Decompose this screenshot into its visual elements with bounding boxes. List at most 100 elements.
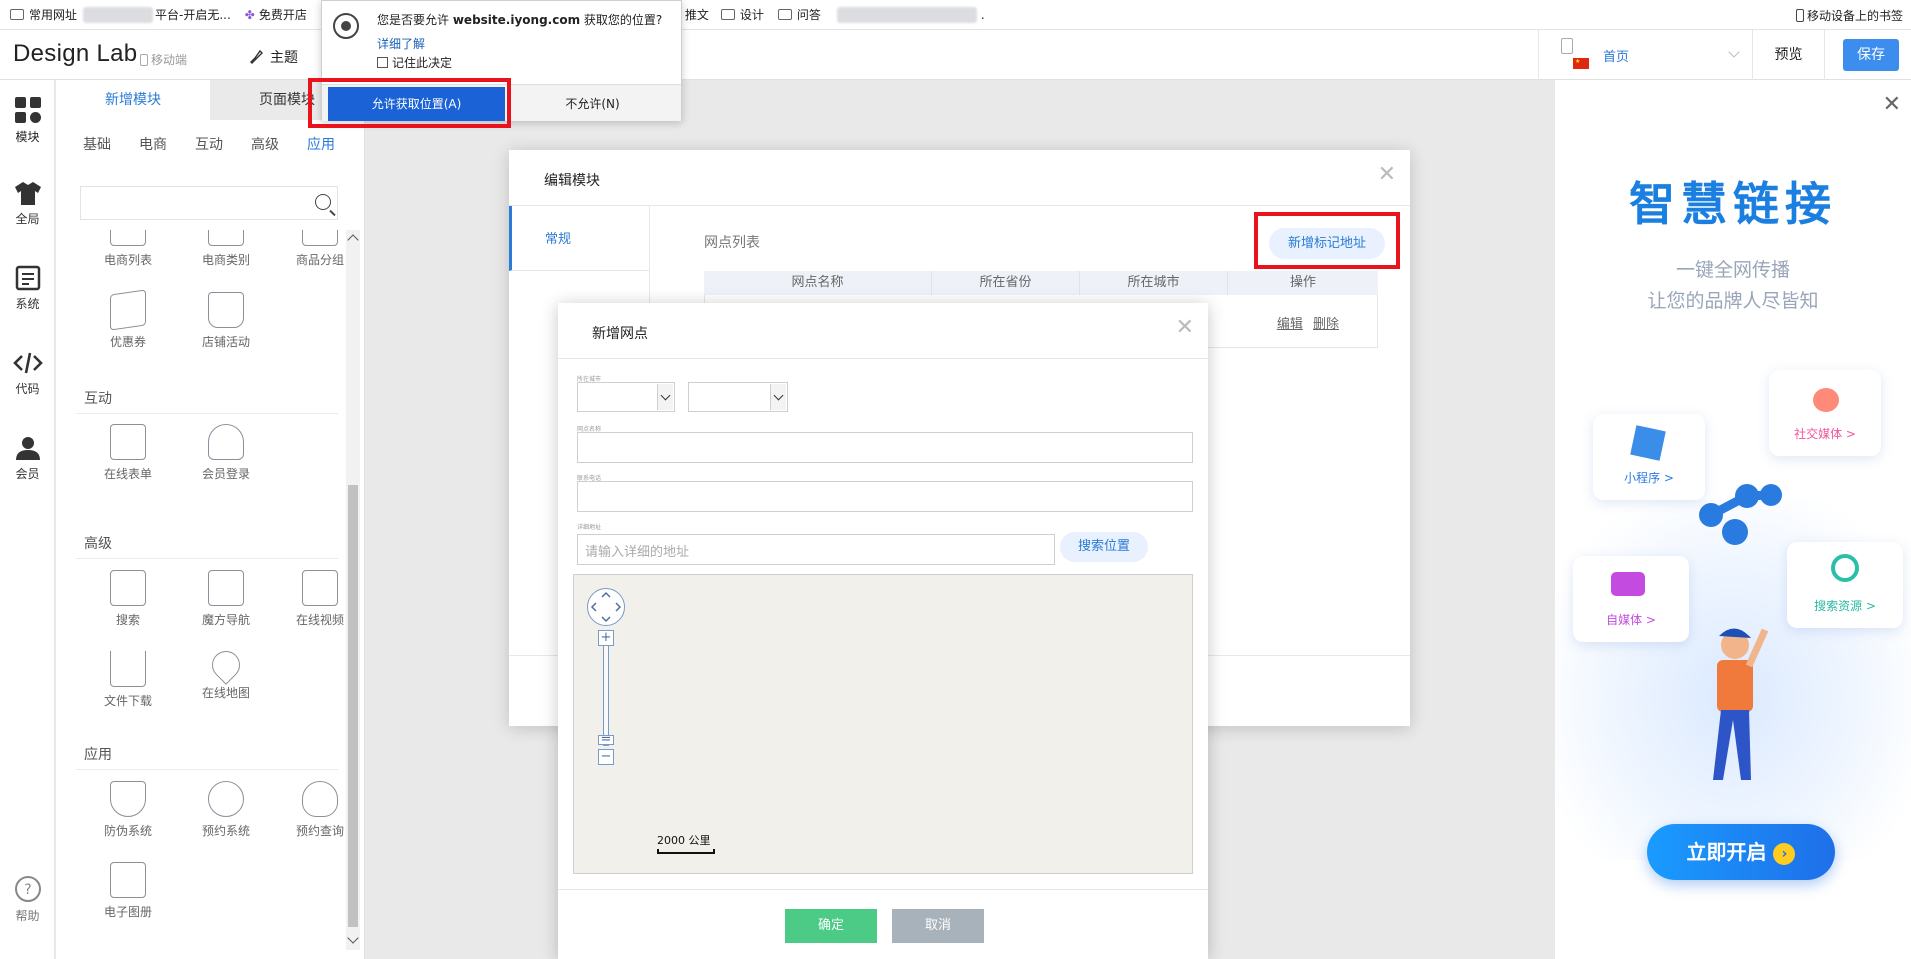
module-file-download[interactable]: 文件下载 — [88, 651, 168, 709]
mobile-link[interactable]: 移动端 — [140, 51, 187, 68]
bookmark-free-shop[interactable]: ✤ 免费开店 — [245, 6, 307, 23]
list-icon — [110, 230, 146, 246]
module-ebook[interactable]: 电子图册 — [88, 862, 168, 920]
remember-checkbox[interactable]: 记住此决定 — [377, 54, 452, 71]
header-actions: 首页 预览 保存 — [1538, 30, 1911, 80]
bookmark-qa[interactable]: 问答 — [777, 6, 821, 23]
panel-scrollbar[interactable] — [346, 230, 360, 950]
module-list: 电商列表 电商类别 商品分组 优惠券 店铺活动 互动 在线表单 会员登录 高级 … — [56, 230, 344, 959]
module-member-login[interactable]: 会员登录 — [186, 424, 266, 482]
start-now-button[interactable]: 立即开启 › — [1647, 824, 1835, 880]
question-prefix: 您是否要允许 — [377, 13, 450, 27]
module-label: 商品分组 — [295, 253, 344, 267]
tab-general[interactable]: 常规 — [509, 206, 650, 271]
module-coupon[interactable]: 优惠券 — [88, 289, 168, 350]
module-cube-nav[interactable]: 魔方导航 — [186, 570, 266, 628]
module-search[interactable]: 搜索 — [88, 570, 168, 628]
rail-item-member[interactable]: 会员 — [0, 435, 55, 482]
module-ecom-list[interactable]: 电商列表 — [88, 230, 168, 268]
checkbox[interactable] — [377, 57, 388, 68]
subtab-ecommerce[interactable]: 电商 — [139, 134, 167, 154]
code-icon — [12, 352, 43, 374]
edit-link[interactable]: 编辑 — [1277, 317, 1303, 332]
module-online-form[interactable]: 在线表单 — [88, 424, 168, 482]
search-location-button[interactable]: 搜索位置 — [1060, 532, 1148, 562]
module-search-input[interactable] — [80, 186, 338, 220]
save-button[interactable]: 保存 — [1843, 39, 1899, 71]
map-view[interactable]: + = − 2000 公里 — [573, 574, 1193, 874]
highlight-box — [308, 78, 511, 128]
column-header: 所在城市 — [1080, 271, 1228, 295]
chevron-down-icon — [770, 384, 786, 410]
bookmark-common[interactable]: 常用网址 — [10, 6, 77, 23]
module-ecom-category[interactable]: 电商类别 — [186, 230, 266, 268]
bookmark-design[interactable]: 设计 — [720, 6, 764, 23]
province-select[interactable] — [577, 382, 675, 412]
delete-link[interactable]: 删除 — [1313, 317, 1339, 332]
bookmark-platform[interactable]: 平台-开启无... — [155, 6, 231, 23]
subtab-app[interactable]: 应用 — [307, 134, 335, 154]
remember-label: 记住此决定 — [392, 56, 453, 70]
bookmark-dot[interactable]: . — [981, 8, 985, 22]
module-label: 会员登录 — [201, 467, 250, 481]
close-icon[interactable]: ✕ — [1176, 315, 1194, 340]
permission-question: 您是否要允许 website.iyong.com 获取您的位置? — [377, 11, 662, 28]
deny-location-button[interactable]: 不允许(N) — [504, 87, 681, 121]
rail-label: 全局 — [15, 212, 40, 226]
bookmark-label: . — [980, 7, 985, 22]
bookmark-tweet[interactable]: 推文 — [685, 6, 709, 23]
city-select[interactable] — [688, 382, 788, 412]
module-booking-query[interactable]: 预约查询 — [280, 781, 344, 839]
bookmark-icon: ✤ — [244, 7, 255, 22]
confirm-button[interactable]: 确定 — [785, 909, 877, 943]
zoom-in-icon[interactable]: + — [598, 630, 614, 646]
mobile-bookmarks[interactable]: 移动设备上的书签 — [1795, 7, 1903, 24]
card-search-resources[interactable]: 搜索资源 > — [1787, 542, 1903, 628]
tab-new-module[interactable]: 新增模块 — [56, 80, 210, 120]
zoom-slider[interactable] — [603, 631, 609, 746]
field-label: 详细地址 — [577, 524, 602, 531]
card-self-media[interactable]: 自媒体 > — [1573, 556, 1689, 642]
divider — [558, 358, 1208, 359]
rail-item-system[interactable]: 系统 — [0, 265, 55, 312]
scrollbar-thumb[interactable] — [348, 485, 358, 927]
section-interact: 互动 — [84, 391, 112, 407]
close-icon[interactable]: ✕ — [1883, 92, 1901, 117]
subtab-basic[interactable]: 基础 — [83, 134, 111, 154]
app-header: Design Lab 移动端 主题 首页 预览 保存 — [0, 30, 1911, 80]
chevron-down-icon[interactable] — [347, 932, 359, 944]
outlet-name-input[interactable] — [577, 432, 1193, 463]
cancel-button[interactable]: 取消 — [892, 909, 984, 943]
member-login-icon — [208, 424, 244, 460]
zoom-handle[interactable]: = — [598, 733, 614, 746]
rail-item-code[interactable]: 代码 — [0, 350, 55, 397]
zoom-out-icon[interactable]: − — [598, 749, 614, 765]
page-select[interactable]: 首页 — [1538, 30, 1753, 80]
module-shop-activity[interactable]: 店铺活动 — [186, 292, 266, 350]
rail-item-global[interactable]: 全局 — [0, 180, 55, 227]
module-booking[interactable]: 预约系统 — [186, 781, 266, 839]
divider — [76, 413, 338, 414]
theme-button[interactable]: 主题 — [248, 47, 298, 67]
card-mini-program[interactable]: 小程序 > — [1593, 414, 1705, 500]
location-icon — [333, 13, 359, 39]
module-anti-fake[interactable]: 防伪系统 — [88, 781, 168, 839]
module-product-group[interactable]: 商品分组 — [280, 230, 344, 268]
rail-item-modules[interactable]: 模块 — [0, 96, 55, 145]
map-pan-control[interactable] — [587, 588, 625, 626]
subtab-interact[interactable]: 互动 — [195, 134, 223, 154]
subtab-advanced[interactable]: 高级 — [251, 134, 279, 154]
card-social-media[interactable]: 社交媒体 > — [1769, 370, 1881, 456]
rail-item-help[interactable]: ? 帮助 — [0, 875, 55, 924]
close-icon[interactable]: ✕ — [1378, 162, 1396, 187]
card-label: 自媒体 > — [1606, 613, 1656, 627]
row-actions: 编辑 删除 — [1271, 313, 1339, 332]
chevron-up-icon[interactable] — [347, 234, 359, 246]
module-label: 搜索 — [115, 613, 140, 627]
preview-button[interactable]: 预览 — [1753, 30, 1825, 80]
address-input[interactable]: 请输入详细的地址 — [577, 534, 1055, 565]
module-online-video[interactable]: 在线视频 — [280, 570, 344, 628]
learn-more-link[interactable]: 详细了解 — [377, 35, 425, 52]
phone-input[interactable] — [577, 481, 1193, 512]
module-online-map[interactable]: 在线地图 — [186, 645, 266, 701]
